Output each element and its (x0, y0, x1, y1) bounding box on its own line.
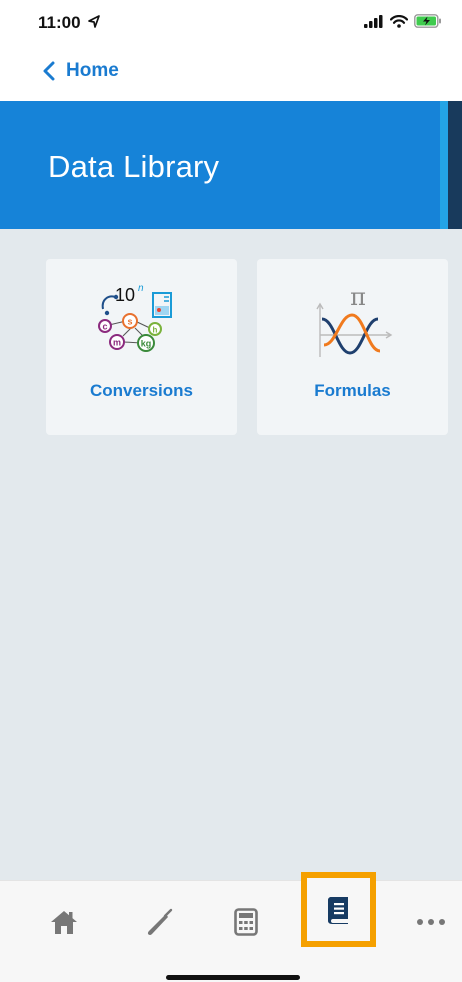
back-button-label: Home (66, 60, 119, 81)
calculator-icon (234, 908, 258, 936)
book-icon (327, 896, 348, 924)
library-content: 10 n c s h m kg Conversions π Formulas (0, 229, 462, 880)
conversions-illustration-icon: 10 n c s h m kg (97, 283, 172, 352)
page-title: Data Library (48, 149, 220, 184)
tab-home[interactable] (39, 897, 89, 947)
tab-tools[interactable] (134, 897, 184, 947)
wifi-icon (390, 14, 408, 28)
conversions-label: Conversions (90, 381, 193, 400)
home-icon (51, 911, 77, 934)
conversions-card[interactable]: 10 n c s h m kg Conversions (46, 259, 237, 435)
pi-symbol-text: π (350, 283, 366, 311)
home-indicator (166, 975, 300, 980)
chevron-left-icon (43, 61, 55, 81)
tab-more[interactable] (406, 897, 456, 947)
tab-library[interactable] (301, 872, 376, 947)
status-bar: 11:00 (0, 0, 462, 46)
power-of-ten-text: 10 (115, 285, 135, 305)
navigation-bar: Home (0, 54, 462, 96)
back-button[interactable]: Home (42, 60, 119, 82)
unit-h-text: h (152, 326, 157, 335)
unit-m-text: m (112, 338, 120, 348)
screwdriver-icon (147, 908, 173, 935)
status-icons (364, 14, 442, 28)
location-arrow-icon (88, 15, 101, 28)
more-dots-icon (417, 919, 445, 925)
header-accent-stripe (440, 101, 462, 229)
status-time: 11:00 (38, 13, 101, 33)
page-header: Data Library (0, 101, 462, 229)
battery-charging-icon (414, 14, 441, 28)
unit-s-text: s (127, 317, 132, 327)
formulas-illustration-icon: π (315, 283, 392, 357)
exponent-text: n (138, 283, 144, 294)
unit-c-text: c (102, 322, 107, 332)
formulas-label: Formulas (314, 381, 391, 400)
signal-icon (364, 14, 383, 28)
status-time-text: 11:00 (38, 13, 81, 32)
bottom-tab-bar (0, 872, 462, 982)
tab-calculator[interactable] (221, 897, 271, 947)
formulas-card[interactable]: π Formulas (257, 259, 448, 435)
unit-kg-text: kg (140, 339, 151, 349)
